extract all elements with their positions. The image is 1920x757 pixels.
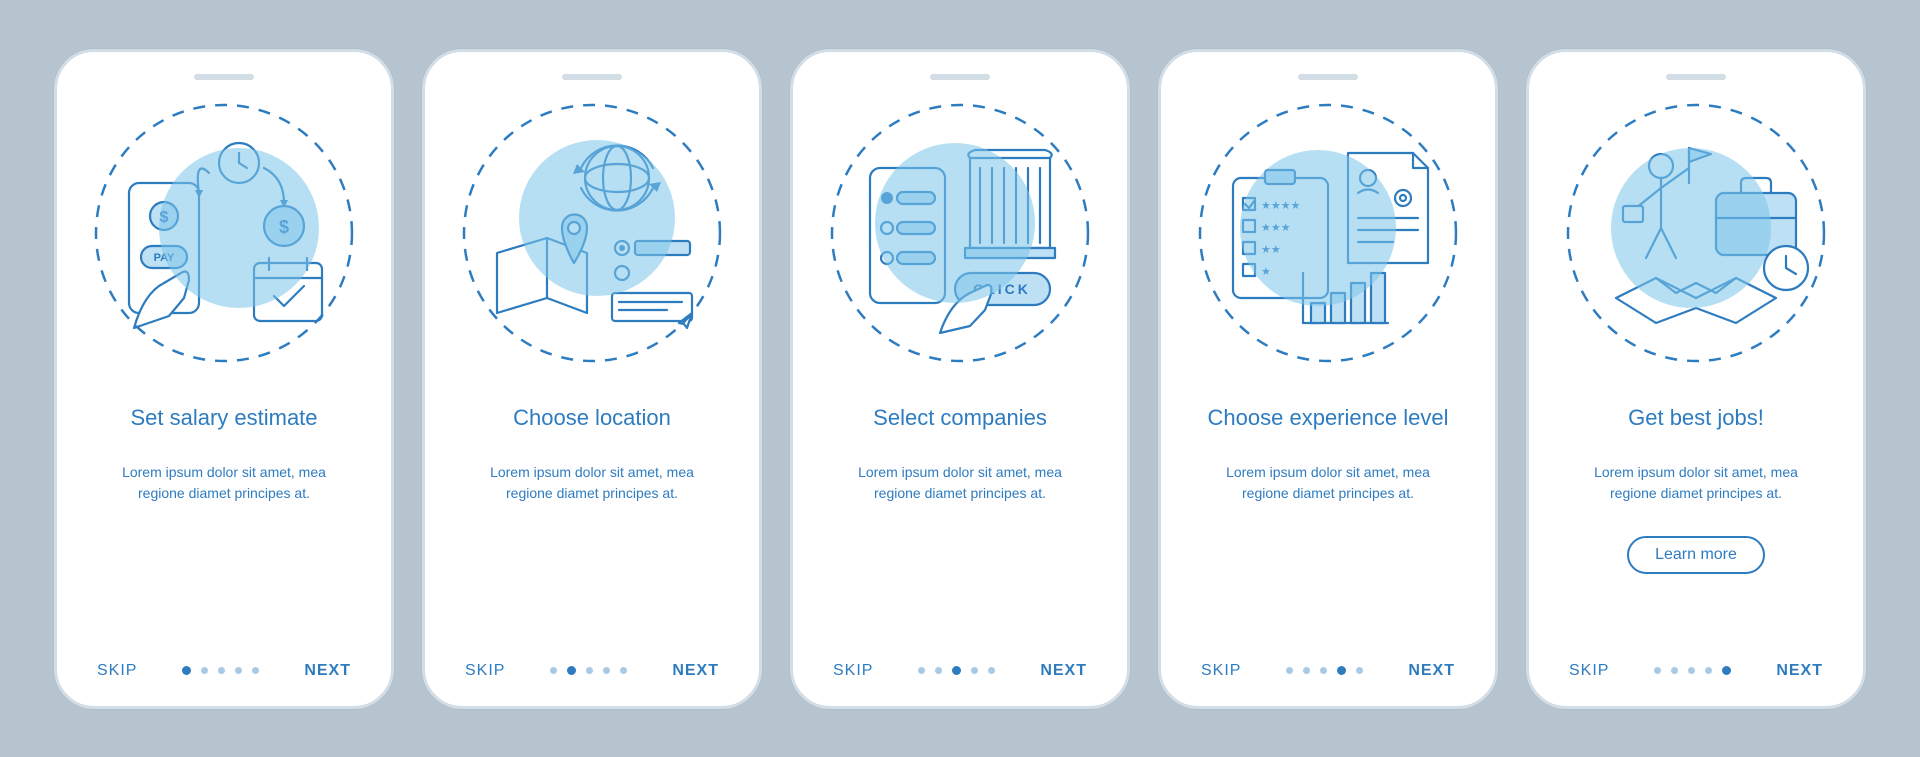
phone-mockup: Get best jobs! Lorem ipsum dolor sit ame… xyxy=(1526,49,1866,709)
page-indicator xyxy=(182,666,259,675)
dot xyxy=(550,667,557,674)
learn-more-button[interactable]: Learn more xyxy=(1627,536,1765,574)
dot xyxy=(586,667,593,674)
skip-button[interactable]: SKIP xyxy=(1569,662,1609,680)
phone-speaker xyxy=(194,74,254,80)
phone-speaker xyxy=(1666,74,1726,80)
dot xyxy=(1320,667,1327,674)
dot xyxy=(1286,667,1293,674)
dot xyxy=(603,667,610,674)
skip-button[interactable]: SKIP xyxy=(97,662,137,680)
dashed-circle-icon xyxy=(1193,98,1463,368)
dot xyxy=(952,666,961,675)
onboarding-footer: SKIP NEXT xyxy=(1545,662,1847,688)
onboarding-footer: SKIP NEXT xyxy=(809,662,1111,688)
dot xyxy=(252,667,259,674)
salary-illustration: $ PAY $ xyxy=(89,98,359,368)
screen-description: Lorem ipsum dolor sit amet, mea regione … xyxy=(441,462,743,532)
dashed-circle-icon xyxy=(457,98,727,368)
dot xyxy=(935,667,942,674)
dot xyxy=(1303,667,1310,674)
dot xyxy=(235,667,242,674)
dot xyxy=(1705,667,1712,674)
dot xyxy=(988,667,995,674)
phone-mockup: $ PAY $ xyxy=(54,49,394,709)
dashed-circle-icon xyxy=(1561,98,1831,368)
phone-mockup: ★★★★ ★★★ ★★ ★ Choose experience level Lo… xyxy=(1158,49,1498,709)
phone-mockup: CLICK Select companies Lorem ipsum dolor… xyxy=(790,49,1130,709)
dot xyxy=(971,667,978,674)
onboarding-footer: SKIP NEXT xyxy=(1177,662,1479,688)
companies-illustration: CLICK xyxy=(825,98,1095,368)
screen-description: Lorem ipsum dolor sit amet, mea regione … xyxy=(73,462,375,532)
page-indicator xyxy=(1286,666,1363,675)
page-indicator xyxy=(918,666,995,675)
screen-title: Choose experience level xyxy=(1188,390,1469,448)
skip-button[interactable]: SKIP xyxy=(1201,662,1241,680)
next-button[interactable]: NEXT xyxy=(304,662,351,680)
dot xyxy=(567,666,576,675)
experience-illustration: ★★★★ ★★★ ★★ ★ xyxy=(1193,98,1463,368)
screen-description: Lorem ipsum dolor sit amet, mea regione … xyxy=(809,462,1111,532)
screen-title: Choose location xyxy=(493,390,691,448)
dot xyxy=(918,667,925,674)
phone-speaker xyxy=(562,74,622,80)
next-button[interactable]: NEXT xyxy=(1408,662,1455,680)
phone-speaker xyxy=(1298,74,1358,80)
jobs-illustration xyxy=(1561,98,1831,368)
dot xyxy=(620,667,627,674)
dot xyxy=(1722,666,1731,675)
dashed-circle-icon xyxy=(825,98,1095,368)
onboarding-row: $ PAY $ xyxy=(54,49,1866,709)
dot xyxy=(201,667,208,674)
screen-title: Get best jobs! xyxy=(1608,390,1784,448)
screen-description: Lorem ipsum dolor sit amet, mea regione … xyxy=(1177,462,1479,532)
dot xyxy=(218,667,225,674)
dashed-circle-icon xyxy=(89,98,359,368)
phone-mockup: Choose location Lorem ipsum dolor sit am… xyxy=(422,49,762,709)
dot xyxy=(1671,667,1678,674)
phone-speaker xyxy=(930,74,990,80)
dot xyxy=(182,666,191,675)
skip-button[interactable]: SKIP xyxy=(465,662,505,680)
dot xyxy=(1654,667,1661,674)
location-illustration xyxy=(457,98,727,368)
next-button[interactable]: NEXT xyxy=(1040,662,1087,680)
onboarding-footer: SKIP NEXT xyxy=(441,662,743,688)
screen-description: Lorem ipsum dolor sit amet, mea regione … xyxy=(1545,462,1847,532)
onboarding-footer: SKIP NEXT xyxy=(73,662,375,688)
skip-button[interactable]: SKIP xyxy=(833,662,873,680)
page-indicator xyxy=(1654,666,1731,675)
next-button[interactable]: NEXT xyxy=(672,662,719,680)
next-button[interactable]: NEXT xyxy=(1776,662,1823,680)
dot xyxy=(1688,667,1695,674)
dot xyxy=(1337,666,1346,675)
dot xyxy=(1356,667,1363,674)
page-indicator xyxy=(550,666,627,675)
screen-title: Set salary estimate xyxy=(110,390,337,448)
screen-title: Select companies xyxy=(853,390,1067,448)
